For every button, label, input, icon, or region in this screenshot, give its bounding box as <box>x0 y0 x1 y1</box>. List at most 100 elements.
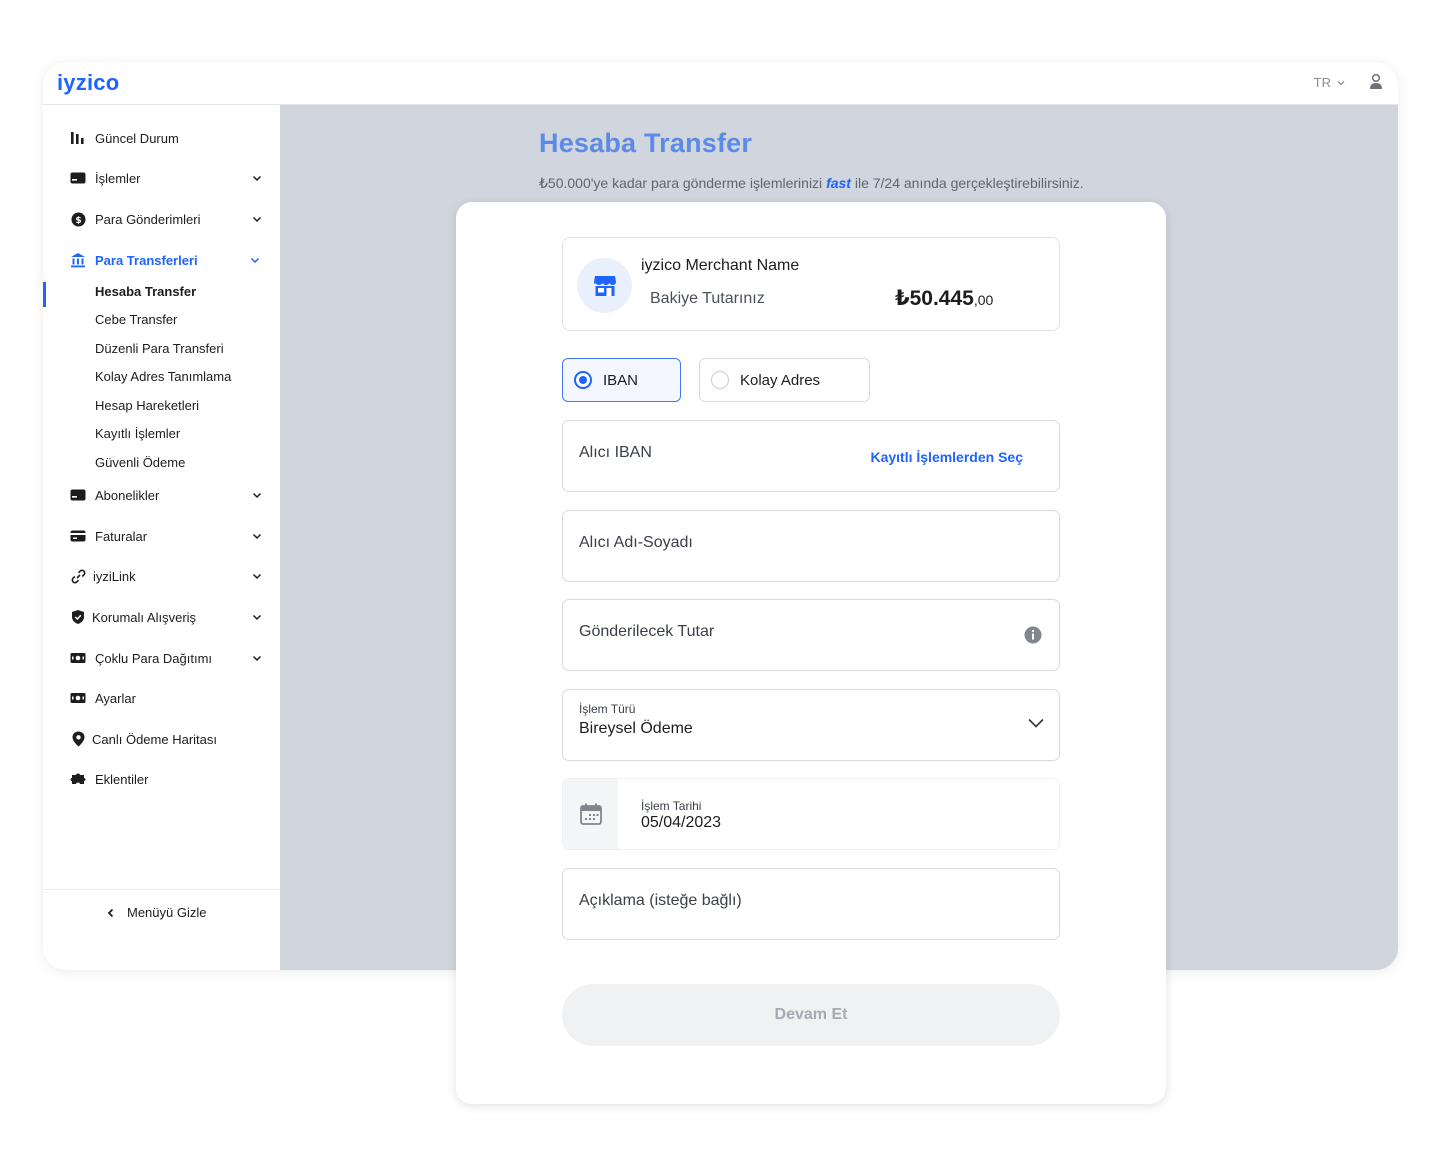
subitem-hesap-hareketleri[interactable]: Hesap Hareketleri <box>95 396 199 416</box>
sidebar-item-islemler[interactable]: İşlemler <box>43 163 280 193</box>
transaction-date-value: 05/04/2023 <box>641 814 722 831</box>
subitem-kayitli-islemler[interactable]: Kayıtlı İşlemler <box>95 424 180 444</box>
calendar-icon <box>563 779 618 849</box>
sidebar-item-label: Güncel Durum <box>95 130 179 146</box>
subitem-guvenli-odeme[interactable]: Güvenli Ödeme <box>95 453 185 473</box>
radio-selected-icon <box>574 371 592 389</box>
link-icon <box>70 568 86 584</box>
card-icon <box>70 487 86 503</box>
sidebar-item-canli-odeme-haritasi[interactable]: Canlı Ödeme Haritası <box>43 724 280 754</box>
sidebar-item-eklentiler[interactable]: Eklentiler <box>43 764 280 794</box>
transaction-date-field[interactable]: İşlem Tarihi 05/04/2023 <box>562 778 1060 850</box>
amount-placeholder: Gönderilecek Tutar <box>579 623 715 640</box>
merchant-name: iyzico Merchant Name <box>641 257 800 274</box>
sidebar-item-korumali-alisveris[interactable]: Korumalı Alışveriş <box>43 602 280 632</box>
sidebar-item-abonelikler[interactable]: Abonelikler <box>43 480 280 510</box>
radio-iban[interactable]: IBAN <box>562 358 681 402</box>
page-subtitle: ₺50.000'ye kadar para gönderme işlemleri… <box>539 175 1084 192</box>
saved-transactions-link[interactable]: Kayıtlı İşlemlerden Seç <box>870 449 1023 465</box>
chevron-down-icon <box>252 655 262 662</box>
hide-menu-button[interactable]: Menüyü Gizle <box>105 905 206 920</box>
subtitle-text-end: ile 7/24 anında gerçekleştirebilirsiniz. <box>850 175 1084 191</box>
user-icon[interactable] <box>1368 73 1384 91</box>
iban-placeholder: Alıcı IBAN <box>579 444 652 461</box>
top-bar: iyzico TR <box>43 62 1398 105</box>
transaction-date-label: İşlem Tarihi <box>641 799 702 813</box>
card-icon <box>70 170 86 186</box>
sidebar-item-label: Ayarlar <box>95 690 136 706</box>
recipient-name-input[interactable]: Alıcı Adı-Soyadı <box>562 510 1060 582</box>
chevron-down-icon <box>252 533 262 540</box>
subitem-duzenli-para-transferi[interactable]: Düzenli Para Transferi <box>95 339 224 359</box>
sidebar-item-label: Para Transferleri <box>95 252 198 268</box>
chevron-down-icon <box>1028 718 1044 728</box>
recipient-name-placeholder: Alıcı Adı-Soyadı <box>579 534 693 551</box>
transaction-type-select[interactable]: İşlem Türü Bireysel Ödeme <box>562 689 1060 761</box>
sidebar-item-label: iyziLink <box>93 568 136 584</box>
chevron-down-icon <box>250 257 260 264</box>
svg-text:$: $ <box>75 216 81 226</box>
sidebar-item-ayarlar[interactable]: Ayarlar <box>43 683 280 713</box>
iban-input[interactable]: Alıcı IBAN Kayıtlı İşlemlerden Seç <box>562 420 1060 492</box>
sidebar-item-para-gonderimleri[interactable]: $ Para Gönderimleri <box>43 204 280 234</box>
subitem-cebe-transfer[interactable]: Cebe Transfer <box>95 310 177 330</box>
sidebar-item-label: Korumalı Alışveriş <box>92 609 197 625</box>
invoice-icon <box>70 528 86 544</box>
balance-main: ₺50.445 <box>895 287 974 310</box>
sidebar-item-label: Çoklu Para Dağıtımı <box>95 650 213 666</box>
sidebar-divider <box>43 889 280 890</box>
merchant-balance-box: iyzico Merchant Name Bakiye Tutarınız ₺5… <box>562 237 1060 331</box>
sidebar-item-guncel-durum[interactable]: Güncel Durum <box>43 123 280 153</box>
amount-input[interactable]: Gönderilecek Tutar <box>562 599 1060 671</box>
store-icon <box>577 258 632 313</box>
sidebar-item-iyzilink[interactable]: iyziLink <box>43 561 280 591</box>
radio-unselected-icon <box>711 371 729 389</box>
description-input[interactable]: Açıklama (isteğe bağlı) <box>562 868 1060 940</box>
description-placeholder: Açıklama (isteğe bağlı) <box>579 892 742 909</box>
fast-logo: fast <box>826 175 851 191</box>
coin-icon: $ <box>70 211 86 227</box>
chevron-down-icon <box>252 492 262 499</box>
sidebar-item-label: Canlı Ödeme Haritası <box>92 731 217 747</box>
chevron-down-icon <box>252 216 262 223</box>
radio-kolay-adres-label: Kolay Adres <box>740 371 821 389</box>
sidebar-item-label: Faturalar <box>95 528 148 544</box>
chevron-down-icon <box>252 175 262 182</box>
sidebar-item-label: Para Gönderimleri <box>95 211 201 227</box>
radio-iban-label: IBAN <box>603 371 639 389</box>
continue-button[interactable]: Devam Et <box>562 984 1060 1046</box>
balance-amount: ₺50.445,00 <box>895 286 993 311</box>
sidebar-item-coklu-para-dagitimi[interactable]: Çoklu Para Dağıtımı <box>43 643 280 673</box>
subitem-hesaba-transfer[interactable]: Hesaba Transfer <box>95 282 196 302</box>
language-selector[interactable]: TR <box>1314 75 1346 90</box>
sidebar-item-para-transferleri[interactable]: Para Transferleri <box>43 245 280 275</box>
settings-icon <box>70 690 86 706</box>
radio-kolay-adres[interactable]: Kolay Adres <box>699 358 870 402</box>
subitem-kolay-adres-tanimlama[interactable]: Kolay Adres Tanımlama <box>95 367 231 387</box>
transfer-form-card: iyzico Merchant Name Bakiye Tutarınız ₺5… <box>456 202 1166 1104</box>
language-label: TR <box>1313 75 1331 90</box>
map-pin-icon <box>70 731 86 747</box>
bar-chart-icon <box>70 130 86 146</box>
logo[interactable]: iyzico <box>57 70 119 96</box>
chevron-down-icon <box>252 573 262 580</box>
transaction-type-label: İşlem Türü <box>579 702 636 716</box>
subtitle-text: ₺50.000'ye kadar para gönderme işlemleri… <box>539 175 827 191</box>
sidebar-item-faturalar[interactable]: Faturalar <box>43 521 280 551</box>
sidebar-item-label: İşlemler <box>95 170 141 186</box>
balance-label: Bakiye Tutarınız <box>650 290 765 307</box>
page-title: Hesaba Transfer <box>539 128 753 158</box>
money-icon <box>70 650 86 666</box>
chevron-down-icon <box>1337 80 1345 85</box>
sidebar-item-label: Eklentiler <box>95 771 149 787</box>
chevron-down-icon <box>252 614 262 621</box>
chevron-left-icon <box>107 908 114 917</box>
puzzle-icon <box>70 771 86 787</box>
info-icon[interactable] <box>1024 626 1042 644</box>
transaction-type-value: Bireysel Ödeme <box>579 720 693 737</box>
active-indicator <box>43 282 46 307</box>
sidebar-item-label: Abonelikler <box>95 487 160 503</box>
shield-icon <box>70 609 86 625</box>
sidebar: Güncel Durum İşlemler $ Para Gönderimler… <box>43 105 280 970</box>
balance-cents: ,00 <box>973 292 994 308</box>
